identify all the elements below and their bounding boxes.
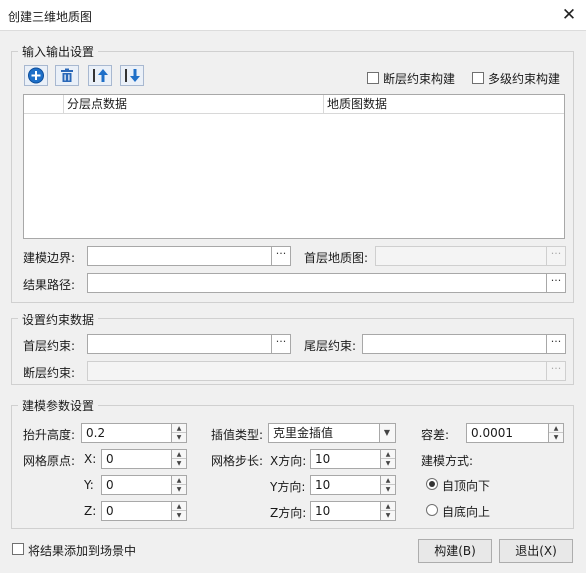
origin-x-label: X: [84, 452, 97, 466]
top-constraint-input[interactable] [87, 334, 272, 354]
result-path-label: 结果路径: [23, 278, 76, 292]
tolerance-label: 容差: [421, 428, 450, 442]
params-legend: 建模参数设置 [18, 397, 99, 414]
add-icon [28, 67, 44, 84]
delete-icon [61, 68, 73, 82]
multilevel-constraint-checkbox-label: 多级约束构建 [488, 72, 561, 86]
data-grid[interactable]: 分层点数据 地质图数据 [23, 94, 565, 239]
model-boundary-label: 建模边界: [23, 251, 76, 265]
spin-up-icon[interactable]: ▲ [172, 450, 186, 459]
lift-height-spinner[interactable]: ▲ ▼ [171, 423, 187, 443]
spin-up-icon[interactable]: ▲ [549, 424, 563, 433]
fault-constraint-checkbox-label: 断层约束构建 [383, 72, 456, 86]
spin-up-icon[interactable]: ▲ [172, 502, 186, 511]
tolerance-spinner[interactable]: ▲ ▼ [548, 423, 564, 443]
top-down-label: 自顶向下 [442, 479, 491, 493]
tolerance-input[interactable]: 0.0001 [466, 423, 549, 443]
top-down-radio[interactable] [426, 478, 438, 490]
lift-height-input[interactable]: 0.2 [81, 423, 172, 443]
top-constraint-browse-button[interactable]: ··· [271, 334, 291, 354]
bottom-up-radio[interactable] [426, 504, 438, 516]
spin-down-icon[interactable]: ▼ [549, 433, 563, 442]
constraint-legend: 设置约束数据 [18, 311, 99, 328]
result-path-input[interactable] [87, 273, 547, 293]
spin-up-icon[interactable]: ▲ [381, 476, 395, 485]
model-boundary-input[interactable] [87, 246, 272, 266]
step-z-spinner[interactable]: ▲ ▼ [380, 501, 396, 521]
grid-origin-label: 网格原点: [23, 454, 76, 468]
origin-x-input[interactable]: 0 [101, 449, 172, 469]
top-geo-map-browse-button: ··· [546, 246, 566, 266]
interp-type-label: 插值类型: [211, 428, 264, 442]
grid-step-label: 网格步长: [211, 454, 264, 468]
spin-down-icon[interactable]: ▼ [381, 485, 395, 494]
spin-up-icon[interactable]: ▲ [381, 450, 395, 459]
title-bar: 创建三维地质图 ✕ [0, 0, 586, 31]
grid-header-rownum [24, 95, 64, 114]
step-y-spinner[interactable]: ▲ ▼ [380, 475, 396, 495]
model-boundary-browse-button[interactable]: ··· [271, 246, 291, 266]
grid-header-geo-map[interactable]: 地质图数据 [324, 95, 564, 114]
add-to-scene-label: 将结果添加到场景中 [28, 544, 137, 558]
window-title: 创建三维地质图 [8, 10, 93, 24]
close-icon[interactable]: ✕ [558, 4, 580, 26]
spin-down-icon[interactable]: ▼ [381, 459, 395, 468]
spin-down-icon[interactable]: ▼ [172, 433, 186, 442]
step-y-input[interactable]: 10 [310, 475, 381, 495]
origin-z-spinner[interactable]: ▲ ▼ [171, 501, 187, 521]
io-settings-legend: 输入输出设置 [18, 43, 99, 60]
origin-y-input[interactable]: 0 [101, 475, 172, 495]
origin-x-spinner[interactable]: ▲ ▼ [171, 449, 187, 469]
model-method-label: 建模方式: [421, 454, 474, 468]
multilevel-constraint-checkbox[interactable] [472, 72, 484, 84]
top-geo-map-input [375, 246, 547, 266]
fault-constraint-input [87, 361, 547, 381]
origin-z-input[interactable]: 0 [101, 501, 172, 521]
add-to-scene-checkbox[interactable] [12, 543, 24, 555]
bottom-constraint-label: 尾层约束: [304, 339, 357, 353]
grid-header-layer-points[interactable]: 分层点数据 [64, 95, 324, 114]
move-down-button[interactable] [120, 65, 144, 86]
interp-type-select[interactable]: 克里金插值 [268, 423, 380, 443]
add-button[interactable] [24, 65, 48, 86]
exit-button[interactable]: 退出(X) [499, 539, 573, 563]
origin-z-label: Z: [84, 504, 97, 518]
spin-down-icon[interactable]: ▼ [381, 511, 395, 520]
origin-y-label: Y: [84, 478, 94, 492]
grid-header: 分层点数据 地质图数据 [24, 95, 564, 114]
step-x-spinner[interactable]: ▲ ▼ [380, 449, 396, 469]
spin-up-icon[interactable]: ▲ [172, 424, 186, 433]
step-z-label: Z方向: [270, 506, 307, 520]
spin-down-icon[interactable]: ▼ [172, 459, 186, 468]
origin-y-spinner[interactable]: ▲ ▼ [171, 475, 187, 495]
bottom-constraint-browse-button[interactable]: ··· [546, 334, 566, 354]
chevron-down-icon[interactable]: ▼ [380, 424, 394, 442]
build-button[interactable]: 构建(B) [418, 539, 492, 563]
top-constraint-label: 首层约束: [23, 339, 76, 353]
move-up-button[interactable] [88, 65, 112, 86]
step-y-label: Y方向: [270, 480, 306, 494]
lift-height-label: 抬升高度: [23, 428, 76, 442]
move-down-icon [125, 69, 140, 82]
fault-constraint-checkbox[interactable] [367, 72, 379, 84]
step-x-input[interactable]: 10 [310, 449, 381, 469]
move-up-icon [93, 69, 108, 82]
step-x-label: X方向: [270, 454, 307, 468]
result-path-browse-button[interactable]: ··· [546, 273, 566, 293]
fault-constraint-label: 断层约束: [23, 366, 76, 380]
bottom-constraint-input[interactable] [362, 334, 547, 354]
interp-type-dropdown[interactable]: ▼ [379, 423, 396, 443]
delete-button[interactable] [55, 65, 79, 86]
spin-up-icon[interactable]: ▲ [172, 476, 186, 485]
spin-down-icon[interactable]: ▼ [172, 485, 186, 494]
spin-up-icon[interactable]: ▲ [381, 502, 395, 511]
fault-constraint-browse-button: ··· [546, 361, 566, 381]
spin-down-icon[interactable]: ▼ [172, 511, 186, 520]
step-z-input[interactable]: 10 [310, 501, 381, 521]
bottom-up-label: 自底向上 [442, 505, 491, 519]
top-geo-map-label: 首层地质图: [304, 251, 369, 265]
